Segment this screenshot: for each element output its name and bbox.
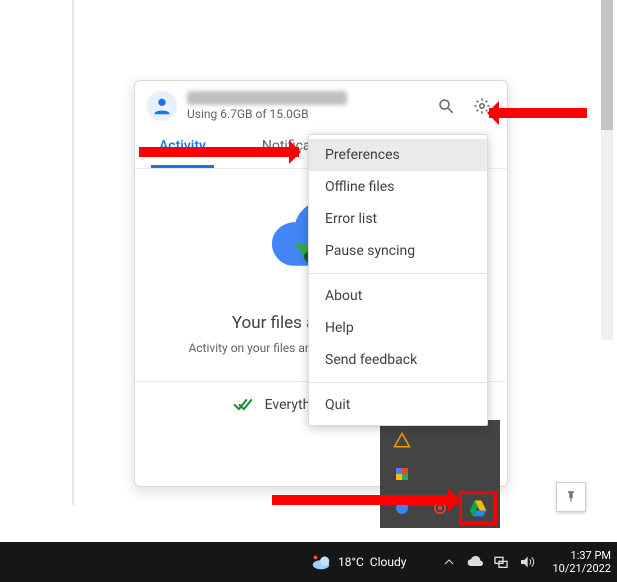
callout-arrow-preferences (139, 147, 299, 157)
weather-condition: Cloudy (370, 555, 407, 569)
menu-separator (309, 382, 487, 383)
cloud-icon (467, 554, 483, 570)
tray-icon-app1[interactable] (386, 426, 418, 454)
menu-preferences[interactable]: Preferences (309, 139, 487, 171)
callout-arrow-tray (272, 495, 458, 505)
menu-error-list[interactable]: Error list (309, 203, 487, 235)
tray-expand-button[interactable] (441, 554, 457, 570)
user-email-redacted (187, 91, 347, 105)
user-block: Using 6.7GB of 15.0GB (187, 91, 423, 121)
menu-about[interactable]: About (309, 280, 487, 312)
menu-help[interactable]: Help (309, 312, 487, 344)
weather-icon (310, 551, 332, 573)
triangle-icon (393, 431, 411, 449)
taskbar-system-icons (441, 554, 535, 570)
taskbar-weather[interactable]: 18°C Cloudy (310, 551, 406, 573)
content-left-border (72, 0, 74, 505)
menu-offline-files[interactable]: Offline files (309, 171, 487, 203)
scrollbar-thumb[interactable] (601, 0, 613, 130)
network-tray[interactable] (493, 554, 509, 570)
chevron-up-icon (443, 556, 455, 568)
tray-empty (462, 426, 494, 454)
popup-header: Using 6.7GB of 15.0GB (135, 81, 507, 127)
menu-separator (309, 273, 487, 274)
taskbar: 18°C Cloudy 1:37 PM 10/21/2022 (0, 542, 617, 582)
search-button[interactable] (433, 93, 459, 119)
taskbar-clock[interactable]: 1:37 PM 10/21/2022 (552, 549, 611, 575)
menu-send-feedback[interactable]: Send feedback (309, 344, 487, 376)
volume-tray[interactable] (519, 554, 535, 570)
onedrive-tray[interactable] (467, 554, 483, 570)
tray-empty (424, 426, 456, 454)
clock-date: 10/21/2022 (552, 562, 611, 575)
tray-empty (424, 460, 456, 488)
avatar[interactable] (147, 91, 177, 121)
double-check-icon (233, 395, 253, 415)
network-icon (493, 554, 509, 570)
weather-temp: 18°C (338, 555, 364, 569)
menu-quit[interactable]: Quit (309, 389, 487, 421)
tray-icon-security[interactable] (386, 460, 418, 488)
callout-arrow-settings (489, 108, 587, 118)
system-tray-flyout (380, 420, 500, 528)
clock-time: 1:37 PM (552, 549, 611, 562)
tray-empty (462, 460, 494, 488)
search-icon (437, 97, 455, 115)
tray-pin-button[interactable] (556, 482, 586, 512)
shield-icon (393, 465, 411, 483)
storage-usage: Using 6.7GB of 15.0GB (187, 107, 423, 121)
user-icon (151, 95, 173, 117)
settings-menu: Preferences Offline files Error list Pau… (308, 134, 488, 426)
pin-icon (564, 490, 578, 504)
menu-pause-syncing[interactable]: Pause syncing (309, 235, 487, 267)
speaker-icon (519, 554, 535, 570)
